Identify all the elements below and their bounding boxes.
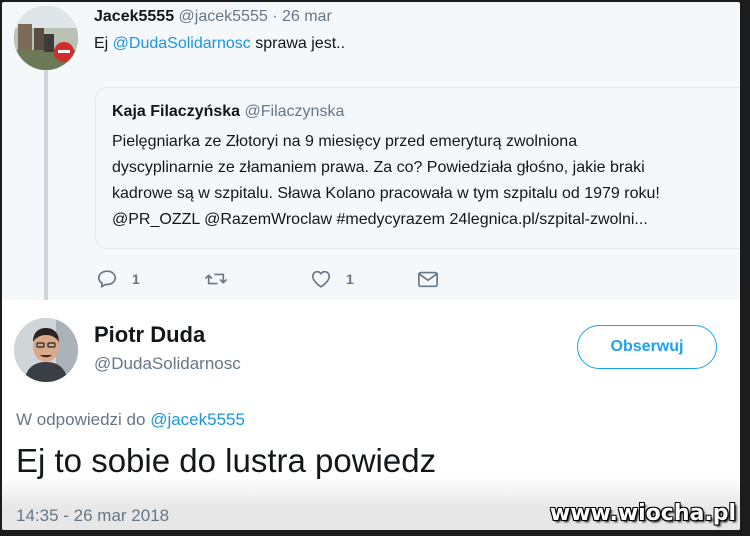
separator-dot: ·: [272, 8, 278, 25]
tweet-actions-bar: 1 1: [96, 264, 456, 294]
avatar[interactable]: [14, 318, 78, 382]
main-tweet: Piotr Duda @DudaSolidarnosc Obserwuj W o…: [2, 300, 740, 530]
tweet-timestamp[interactable]: 14:35 - 26 mar 2018: [16, 506, 169, 526]
avatar[interactable]: [14, 6, 78, 70]
quoted-tweet-card[interactable]: Kaja Filaczyńska @Filaczynska Pielęgniar…: [95, 87, 740, 249]
avatar-photo: [14, 6, 78, 70]
reply-icon: [97, 270, 117, 288]
mention-link[interactable]: @DudaSolidarnosc: [113, 35, 251, 52]
avatar-photo: [14, 318, 78, 382]
quoted-text-line: dyscyplinarnie ze złamaniem prawa. Za co…: [112, 159, 645, 176]
reply-to-prefix: W odpowiedzi do: [16, 410, 151, 429]
quoted-text-line: Pielęgniarka ze Złotoryi na 9 miesięcy p…: [112, 133, 578, 150]
parent-tweet-text: Ej @DudaSolidarnosc sprawa jest..: [94, 35, 345, 53]
reply-button[interactable]: 1: [96, 264, 140, 294]
text-prefix: Ej: [94, 35, 113, 52]
quoted-text-line: kadrowe są w szpitalu. Sława Kolano prac…: [112, 185, 660, 202]
reply-to-mention[interactable]: @jacek5555: [150, 410, 245, 429]
author-name[interactable]: Jacek5555: [94, 8, 174, 25]
author-handle[interactable]: @jacek5555: [179, 8, 268, 25]
reply-to-line: W odpowiedzi do @jacek5555: [16, 410, 245, 430]
tweet-screenshot: Jacek5555 @jacek5555 · 26 mar Ej @DudaSo…: [2, 2, 740, 530]
retweet-icon: [205, 273, 227, 285]
retweet-button[interactable]: [204, 264, 242, 294]
tweet-date[interactable]: 26 mar: [282, 8, 332, 25]
follow-button[interactable]: Obserwuj: [577, 325, 717, 369]
quoted-tweet-text: Pielęgniarka ze Złotoryi na 9 miesięcy p…: [112, 129, 740, 233]
like-count: 1: [346, 271, 354, 287]
text-suffix: sprawa jest..: [250, 35, 346, 52]
like-button[interactable]: 1: [310, 264, 354, 294]
author-handle[interactable]: @DudaSolidarnosc: [94, 354, 241, 374]
quoted-text-line: @PR_OZZL @RazemWroclaw #medycyrazem 24le…: [112, 211, 648, 228]
quoted-author-handle: @Filaczynska: [244, 103, 345, 120]
quoted-author-name: Kaja Filaczyńska: [112, 103, 241, 120]
main-tweet-text: Ej to sobie do lustra powiedz: [16, 442, 437, 479]
direct-message-icon: [418, 271, 438, 288]
parent-tweet-header: Jacek5555 @jacek5555 · 26 mar: [94, 8, 332, 26]
reply-count: 1: [132, 271, 140, 287]
thread-connector-line: [44, 70, 48, 302]
quoted-tweet-header: Kaja Filaczyńska @Filaczynska: [112, 103, 344, 121]
direct-message-button[interactable]: [416, 264, 440, 294]
parent-tweet[interactable]: Jacek5555 @jacek5555 · 26 mar Ej @DudaSo…: [2, 2, 740, 302]
like-icon: [311, 270, 331, 288]
watermark: www.wiocha.pl: [549, 501, 736, 526]
author-name[interactable]: Piotr Duda: [94, 322, 205, 348]
